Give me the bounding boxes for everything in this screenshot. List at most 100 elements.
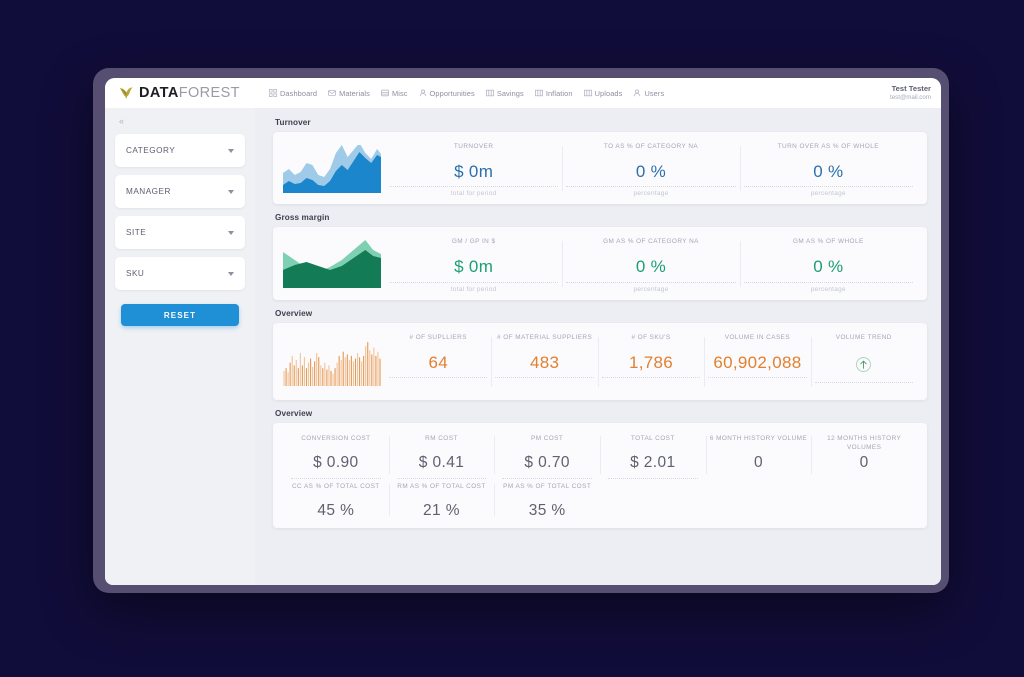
kpi-num-skus: # OF SKU'S 1,786	[597, 331, 704, 393]
nav-item-inflation[interactable]: Inflation	[534, 88, 573, 98]
kpi-gm-as-pct-whole: GM AS % OF WHOLE 0 % percentage	[739, 235, 917, 293]
section-title-gross-margin: Gross margin	[275, 213, 330, 223]
kpi-value: 0 %	[813, 162, 844, 181]
cost-value: 0	[753, 453, 763, 471]
section-title-turnover: Turnover	[275, 118, 311, 127]
kpi-gm-gp: GM / GP IN $ $ 0m total for period	[385, 235, 562, 293]
cost-pm-pct-total: PM AS % OF TOTAL COST 35 %	[494, 479, 600, 521]
kpi-label: TURN OVER AS % OF WHOLE	[777, 143, 879, 150]
kpi-label: VOLUME TREND	[835, 333, 892, 341]
kpi-turnover: TURNOVER $ 0m total for period	[385, 140, 562, 197]
nav-label: Savings	[496, 88, 524, 98]
cost-rm: RM COST $ 0.41	[388, 431, 495, 479]
device-frame: DATAFOREST Dashboard Materials Misc Oppo…	[93, 68, 949, 593]
nav-label: Misc	[391, 88, 408, 98]
cost-label: RM AS % OF TOTAL COST	[397, 482, 486, 490]
nav-label: Opportunities	[429, 88, 475, 98]
nav-item-uploads[interactable]: Uploads	[583, 89, 623, 98]
cost-value: $ 0.90	[313, 453, 359, 471]
filter-site[interactable]: SITE	[115, 216, 245, 249]
cost-value: 21 %	[423, 501, 460, 519]
kpi-sub	[601, 376, 701, 388]
nav-item-misc[interactable]: Misc	[380, 88, 408, 98]
filter-label: SKU	[126, 269, 145, 278]
cost-pm: PM COST $ 0.70	[494, 431, 600, 479]
kpi-label: # OF SKU'S	[631, 333, 671, 341]
cost-label: RM COST	[425, 434, 458, 442]
reset-button[interactable]: RESET	[121, 304, 239, 326]
nav-item-users[interactable]: Users	[633, 89, 664, 98]
filter-sku[interactable]: SKU	[115, 257, 245, 290]
cost-label: 6 MONTH HISTORY VOLUME	[709, 434, 808, 442]
overview-costs-card: CONVERSION COST $ 0.90 RM COST $ 0.41 PM…	[273, 422, 927, 528]
filter-label: MANAGER	[126, 187, 171, 196]
kpi-value: 0 %	[813, 257, 844, 277]
user-icon	[633, 89, 641, 97]
kpi-value: 483	[529, 352, 560, 372]
kpi-label: TURNOVER	[453, 143, 494, 150]
filter-category[interactable]: CATEGORY	[115, 134, 245, 167]
kpi-label: GM / GP IN $	[451, 238, 496, 246]
kpi-sub: percentage	[743, 281, 913, 293]
filter-manager[interactable]: MANAGER	[115, 175, 245, 208]
nav-item-opportunities[interactable]: Opportunities	[419, 89, 475, 98]
kpi-value: 0 %	[635, 257, 667, 277]
app-window: DATAFOREST Dashboard Materials Misc Oppo…	[105, 78, 941, 585]
kpi-label: VOLUME IN CASES	[724, 333, 791, 341]
chevron-down-icon	[228, 230, 234, 235]
filter-label: SITE	[126, 228, 147, 237]
turnover-kpis: TURNOVER $ 0m total for period TO AS % O…	[385, 140, 917, 197]
kpi-value: 60,902,088	[713, 352, 802, 372]
app-logo[interactable]: DATAFOREST	[119, 86, 269, 101]
user-icon	[419, 89, 427, 97]
chevron-down-icon	[228, 271, 234, 276]
nav-item-dashboard[interactable]: Dashboard	[269, 89, 317, 98]
cost-label: PM COST	[531, 434, 564, 442]
cost-value: $ 0.70	[524, 453, 570, 471]
cost-grid-row-2: CC AS % OF TOTAL COST 45 % RM AS % OF TO…	[283, 479, 917, 521]
cost-6-month-history-volume: 6 MONTH HISTORY VOLUME 0	[705, 431, 812, 479]
nav-item-materials[interactable]: Materials	[328, 89, 370, 98]
cost-empty-2	[706, 479, 812, 521]
kpi-sub	[495, 376, 594, 388]
kpi-value: $ 0m	[454, 162, 494, 181]
overview-counts-card: # OF SUPLLIERS 64 # OF MATERIAL SUPPLIER…	[273, 322, 927, 400]
kpi-gm-as-pct-category: GM AS % OF CATEGORY NA 0 % percentage	[562, 235, 739, 293]
columns-icon	[485, 89, 494, 97]
nav-item-savings[interactable]: Savings	[485, 88, 524, 98]
layers-icon	[380, 89, 389, 97]
envelope-icon	[328, 89, 337, 97]
kpi-num-suppliers: # OF SUPLLIERS 64	[385, 331, 491, 393]
user-account[interactable]: Test Tester test@mail.com	[890, 84, 931, 101]
kpi-num-material-suppliers: # OF MATERIAL SUPPLIERS 483	[491, 331, 597, 393]
cost-value: 0	[859, 453, 869, 471]
kpi-sub: percentage	[566, 186, 736, 197]
app-body: « CATEGORY MANAGER SITE SKU RESET Turnov…	[105, 108, 941, 585]
kpi-value: 1,786	[628, 352, 674, 372]
kpi-value: $ 0m	[454, 257, 494, 277]
nav-label: Materials	[339, 88, 370, 98]
kpi-sub	[814, 381, 914, 393]
cost-empty-1	[600, 479, 706, 521]
cost-label: CONVERSION COST	[301, 434, 371, 442]
overview-sparkline-cell	[283, 331, 385, 393]
user-name: Test Tester	[891, 84, 931, 94]
cost-value: $ 0.41	[418, 453, 465, 471]
kpi-sub	[389, 376, 488, 388]
kpi-volume-trend: VOLUME TREND	[810, 331, 917, 393]
kpi-label: GM AS % OF WHOLE	[792, 238, 864, 246]
kpi-sub: total for period	[389, 186, 559, 197]
kpi-volume-in-cases: VOLUME IN CASES 60,902,088	[704, 331, 810, 393]
filter-label: CATEGORY	[126, 146, 176, 155]
kpi-sub: percentage	[743, 186, 913, 197]
kpi-sub: total for period	[389, 281, 559, 293]
cost-total: TOTAL COST $ 2.01	[599, 431, 706, 479]
nav-label: Inflation	[545, 88, 573, 98]
kpi-value: 0 %	[635, 162, 667, 181]
kpi-sub	[708, 376, 807, 388]
filter-sidebar: « CATEGORY MANAGER SITE SKU RESET	[105, 108, 255, 585]
kpi-label: GM AS % OF CATEGORY NA	[603, 238, 699, 246]
sidebar-collapse-icon[interactable]: «	[115, 114, 245, 134]
cost-cc-pct-total: CC AS % OF TOTAL COST 45 %	[283, 479, 389, 521]
cost-value: $ 2.01	[630, 453, 676, 471]
